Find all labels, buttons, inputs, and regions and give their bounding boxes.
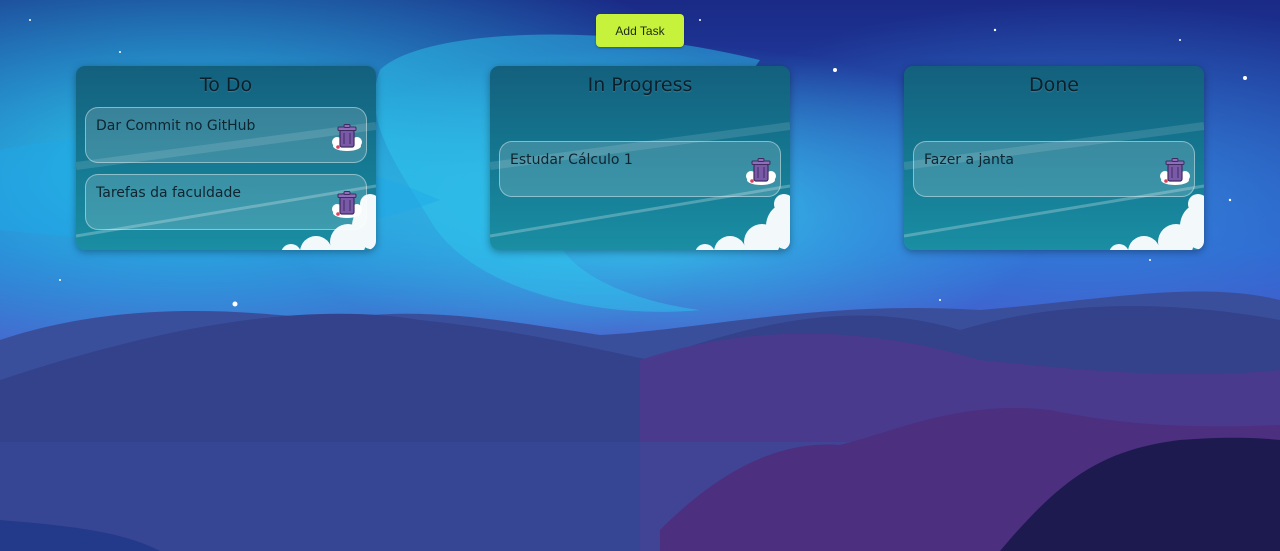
column-done: Done Fazer a janta bbox=[904, 66, 1204, 250]
task-label: Estudar Cálculo 1 bbox=[510, 152, 633, 168]
trash-can-icon[interactable] bbox=[1159, 156, 1191, 186]
column-title: Done bbox=[1029, 74, 1079, 96]
add-task-button[interactable]: Add Task bbox=[596, 14, 684, 47]
column-title: In Progress bbox=[587, 74, 693, 96]
column-title: To Do bbox=[199, 74, 253, 96]
task-card[interactable]: Dar Commit no GitHub bbox=[85, 107, 367, 163]
task-card[interactable]: Fazer a janta bbox=[913, 141, 1195, 197]
task-label: Dar Commit no GitHub bbox=[96, 118, 256, 134]
trash-can-icon[interactable] bbox=[331, 189, 363, 219]
column-in-progress: In Progress Estudar Cálculo 1 bbox=[490, 66, 790, 250]
task-label: Tarefas da faculdade bbox=[96, 185, 241, 201]
trash-can-icon[interactable] bbox=[745, 156, 777, 186]
task-card[interactable]: Estudar Cálculo 1 bbox=[499, 141, 781, 197]
task-card[interactable]: Tarefas da faculdade bbox=[85, 174, 367, 230]
column-to-do: To Do Dar Commit no GitHub Tarefas da fa… bbox=[76, 66, 376, 250]
trash-can-icon[interactable] bbox=[331, 122, 363, 152]
task-label: Fazer a janta bbox=[924, 152, 1014, 168]
